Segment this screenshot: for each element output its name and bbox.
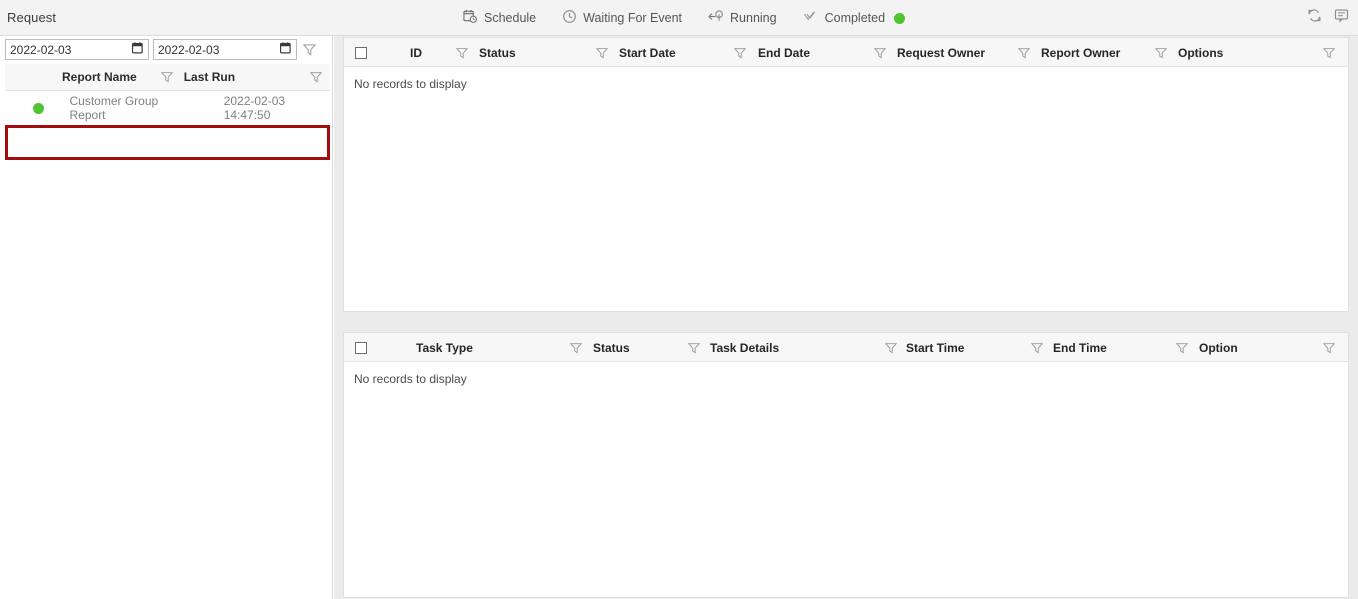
header-action-group xyxy=(1307,0,1349,36)
tab-schedule[interactable]: Schedule xyxy=(463,0,536,36)
status-tab-bar: Schedule Waiting For Event Running Compl… xyxy=(463,0,906,36)
options-filter-icon[interactable] xyxy=(1323,38,1335,67)
column-header-task-details: Task Details xyxy=(710,340,780,355)
tab-running[interactable]: Running xyxy=(708,0,777,36)
request-grid-header: ID Status Start Date End Date Request Ow… xyxy=(344,38,1348,67)
column-header-option: Option xyxy=(1199,340,1238,355)
column-header-id: ID xyxy=(410,45,422,60)
task-grid-empty-message: No records to display xyxy=(354,372,467,386)
date-filter-row: 2022-02-03 2022-02-03 xyxy=(5,36,330,63)
column-header-task-type: Task Type xyxy=(416,340,473,355)
row-highlight-annotation xyxy=(5,125,330,160)
report-last-run-cell: 2022-02-03 14:47:50 xyxy=(223,94,286,122)
request-owner-filter-icon[interactable] xyxy=(1018,38,1030,67)
column-header-status: Status xyxy=(479,45,516,60)
end-time-filter-icon[interactable] xyxy=(1176,333,1188,362)
option-filter-icon[interactable] xyxy=(1323,333,1335,362)
top-header-bar: Request Schedule Waiting For Event Runni… xyxy=(0,0,1358,36)
calendar-icon[interactable] xyxy=(131,41,143,59)
arrow-left-clock-icon xyxy=(708,9,724,27)
id-filter-icon[interactable] xyxy=(456,38,468,67)
comment-icon[interactable] xyxy=(1334,8,1349,28)
refresh-icon[interactable] xyxy=(1307,8,1322,28)
report-list-row[interactable]: Customer Group Report 2022-02-03 14:47:5… xyxy=(5,91,330,125)
report-status-dot xyxy=(33,102,44,114)
column-header-request-owner: Request Owner xyxy=(897,45,986,60)
report-owner-filter-icon[interactable] xyxy=(1155,38,1167,67)
column-header-task-status: Status xyxy=(593,340,630,355)
date-from-field[interactable]: 2022-02-03 xyxy=(5,39,149,60)
date-to-field[interactable]: 2022-02-03 xyxy=(153,39,297,60)
tab-waiting-for-event[interactable]: Waiting For Event xyxy=(562,0,682,36)
end-date-filter-icon[interactable] xyxy=(874,38,886,67)
task-select-all-checkbox[interactable] xyxy=(355,342,367,354)
start-time-filter-icon[interactable] xyxy=(1031,333,1043,362)
start-date-filter-icon[interactable] xyxy=(734,38,746,67)
task-grid-header: Task Type Status Task Details Start Time… xyxy=(344,333,1348,362)
column-header-end-date: End Date xyxy=(758,45,811,60)
completed-status-dot xyxy=(894,12,906,24)
task-details-filter-icon[interactable] xyxy=(885,333,897,362)
request-grid-card: ID Status Start Date End Date Request Ow… xyxy=(343,37,1349,312)
date-filter-funnel-icon[interactable] xyxy=(301,43,318,56)
request-grid-empty-message: No records to display xyxy=(354,77,467,91)
column-header-options: Options xyxy=(1178,45,1224,60)
column-header-start-time: Start Time xyxy=(906,340,965,355)
column-header-last-run: Last Run xyxy=(183,70,236,84)
date-from-value: 2022-02-03 xyxy=(10,42,72,57)
calendar-clock-icon xyxy=(463,9,478,27)
grids-container: ID Status Start Date End Date Request Ow… xyxy=(334,36,1358,599)
column-header-end-time: End Time xyxy=(1053,340,1107,355)
tab-schedule-label: Schedule xyxy=(484,11,537,25)
column-header-report-name: Report Name xyxy=(62,70,137,84)
column-header-report-owner: Report Owner xyxy=(1041,45,1121,60)
task-grid-card: Task Type Status Task Details Start Time… xyxy=(343,332,1349,598)
date-to-value: 2022-02-03 xyxy=(158,42,220,57)
status-filter-icon[interactable] xyxy=(596,38,608,67)
tab-running-label: Running xyxy=(730,11,777,25)
clock-icon xyxy=(562,9,577,27)
page-title: Request xyxy=(7,10,57,25)
task-status-filter-icon[interactable] xyxy=(688,333,700,362)
task-type-filter-icon[interactable] xyxy=(570,333,582,362)
tab-completed-label: Completed xyxy=(824,11,886,25)
report-list-panel: 2022-02-03 2022-02-03 Report Name Last R… xyxy=(0,36,333,599)
column-header-start-date: Start Date xyxy=(619,45,676,60)
last-run-filter-icon[interactable] xyxy=(308,71,324,83)
tab-waiting-for-event-label: Waiting For Event xyxy=(583,11,683,25)
report-name-filter-icon[interactable] xyxy=(159,71,175,83)
report-list-header: Report Name Last Run xyxy=(5,64,330,91)
double-check-icon xyxy=(803,9,819,27)
tab-completed[interactable]: Completed xyxy=(803,0,906,36)
report-name-cell: Customer Group Report xyxy=(69,94,159,122)
request-select-all-checkbox[interactable] xyxy=(355,47,367,59)
calendar-icon[interactable] xyxy=(279,41,291,59)
